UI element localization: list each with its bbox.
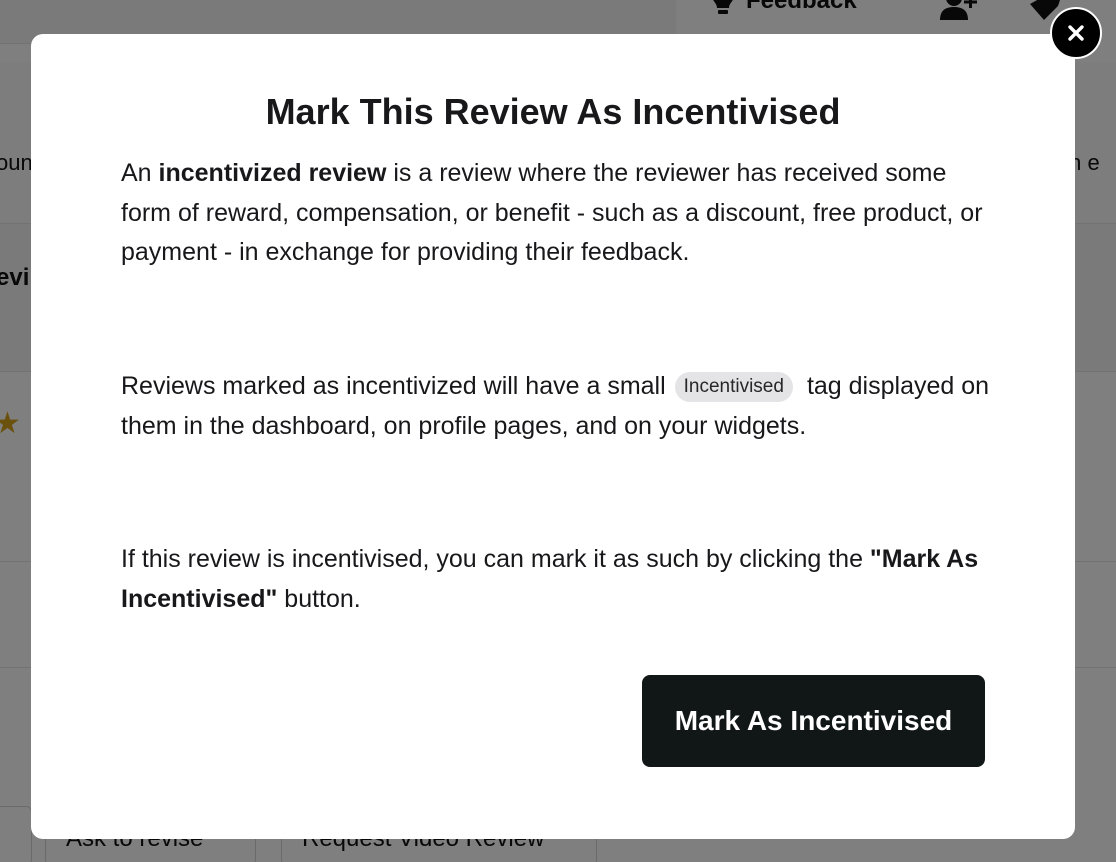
para3-prefix: If this review is incentivised, you can …	[121, 545, 870, 573]
modal-paragraph-instruction: If this review is incentivised, you can …	[121, 540, 1001, 619]
para1-prefix: An	[121, 159, 159, 187]
modal-paragraph-definition: An incentivized review is a review where…	[121, 154, 1001, 273]
close-icon	[1068, 25, 1084, 41]
para3-suffix: button.	[277, 584, 361, 613]
modal-close-button[interactable]	[1050, 7, 1102, 59]
modal-paragraph-tag: Reviews marked as incentivized will have…	[121, 367, 1001, 446]
incentivised-tag: Incentivised	[674, 372, 793, 402]
para2-prefix: Reviews marked as incentivized will have…	[121, 372, 673, 400]
incentivised-modal: Mark This Review As Incentivised An ince…	[31, 34, 1075, 839]
mark-as-incentivised-button[interactable]: Mark As Incentivised	[642, 675, 985, 767]
para1-bold: incentivized review	[158, 159, 387, 187]
modal-title: Mark This Review As Incentivised	[265, 91, 841, 132]
